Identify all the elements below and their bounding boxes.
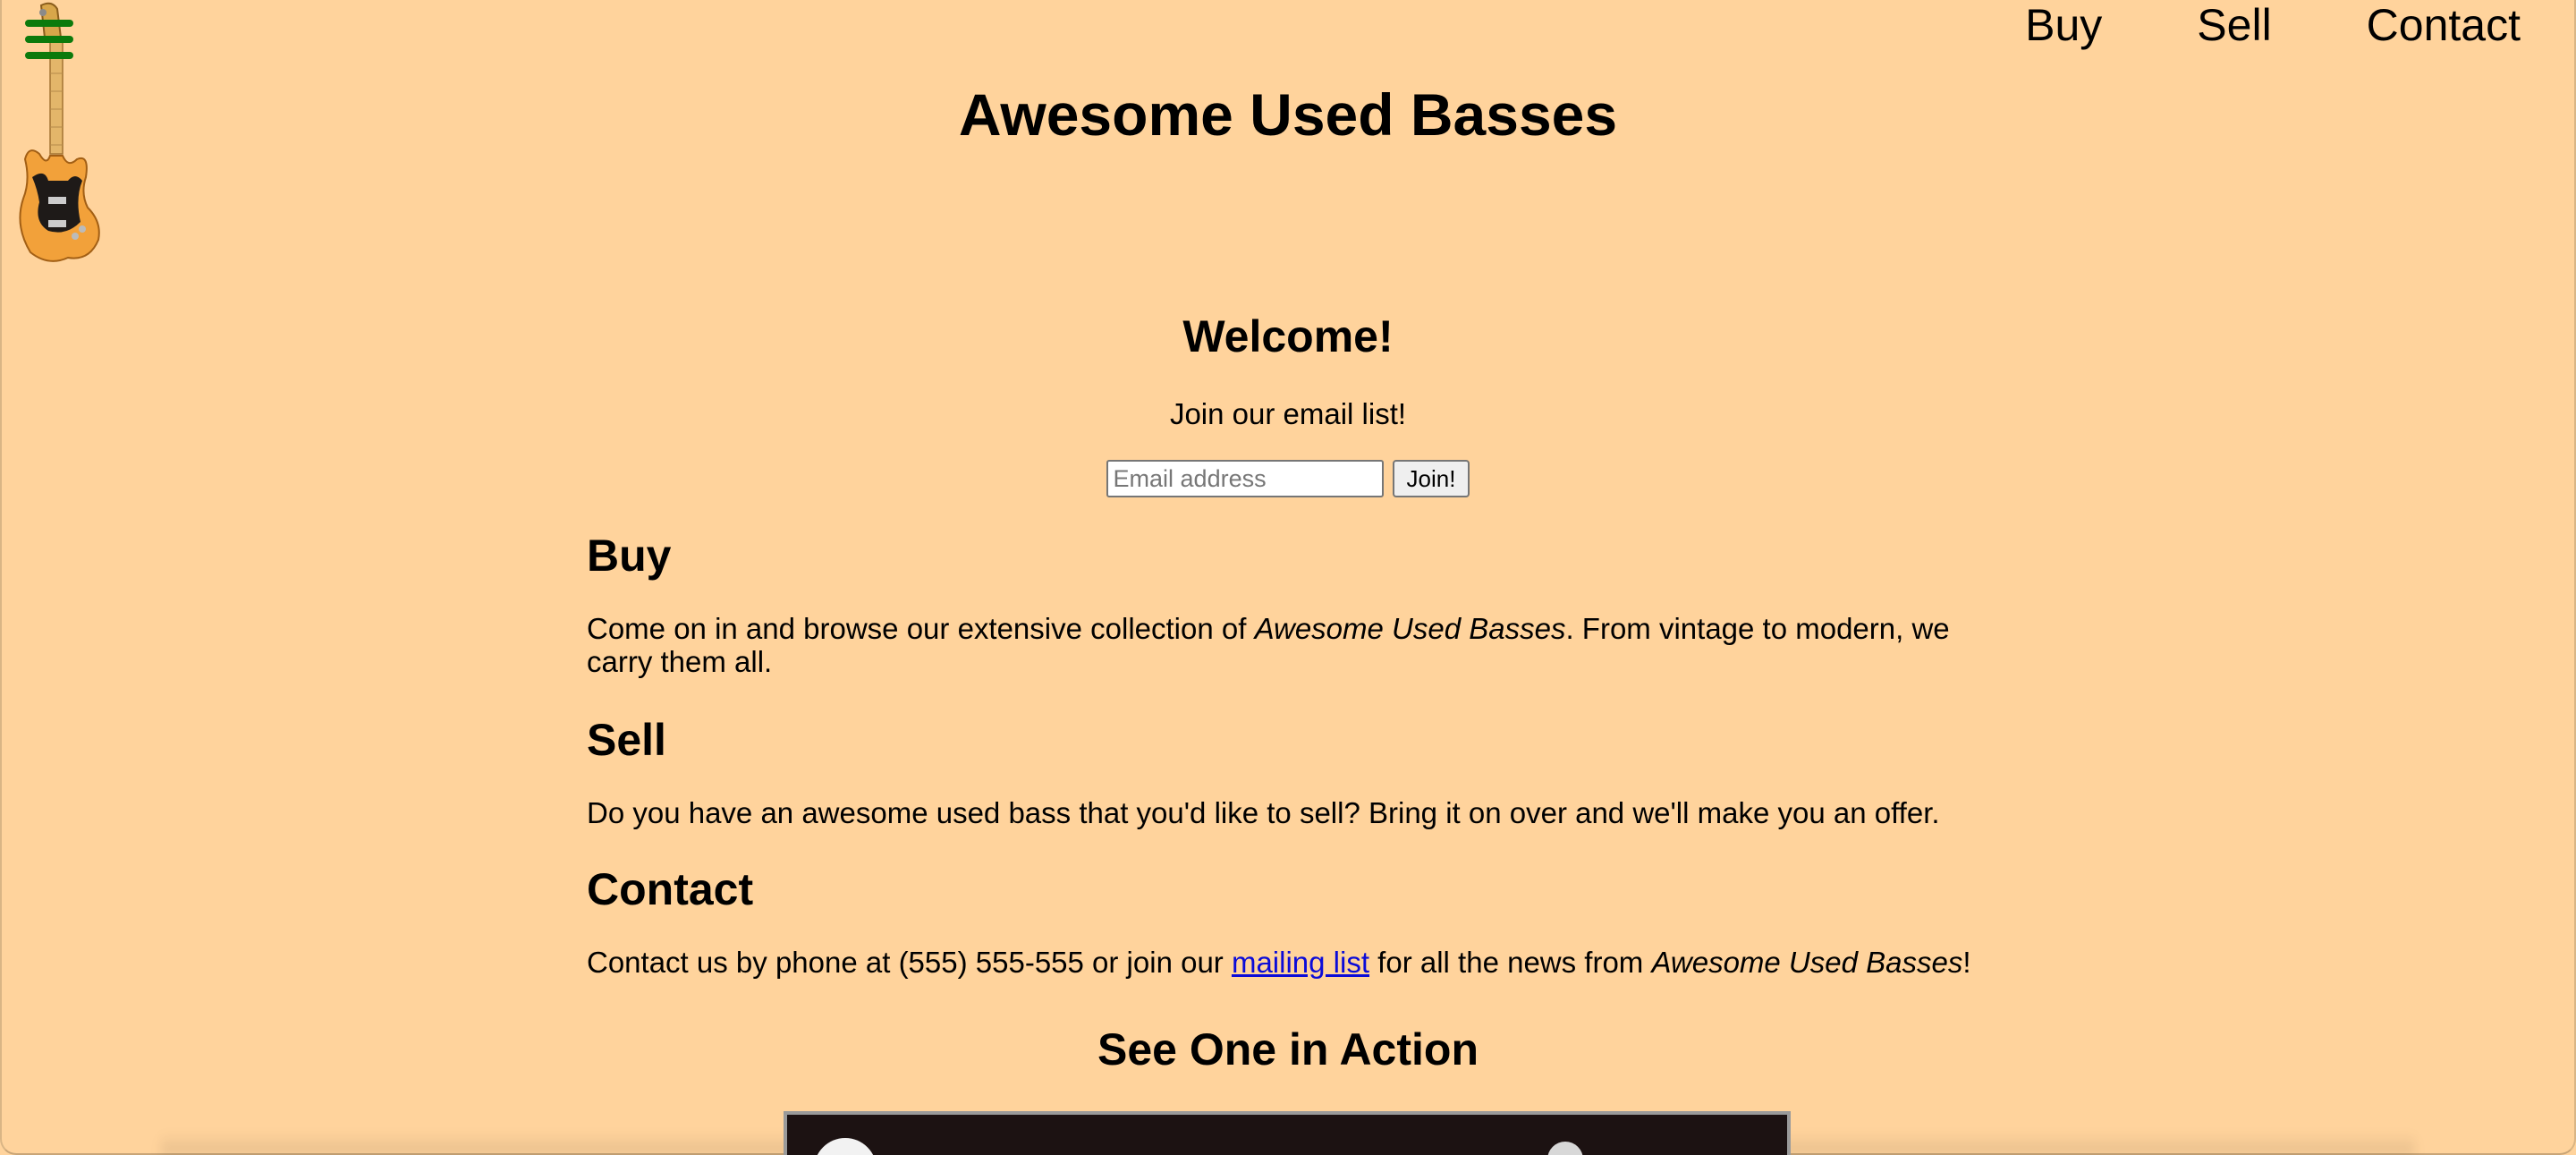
top-nav: Buy Sell Contact	[1930, 0, 2521, 50]
contact-heading: Contact	[587, 864, 754, 914]
welcome-heading: Welcome!	[1182, 311, 1394, 361]
email-signup-form: Join!	[0, 460, 2576, 497]
buy-text-store-name: Awesome Used Basses	[1254, 612, 1566, 645]
hamburger-bar	[25, 52, 73, 59]
join-button[interactable]: Join!	[1392, 460, 1470, 497]
sell-paragraph: Do you have an awesome used bass that yo…	[587, 796, 1940, 829]
buy-paragraph: Come on in and browse our extensive coll…	[587, 612, 1991, 678]
sell-heading: Sell	[587, 715, 666, 765]
site-title: Awesome Used Basses	[958, 81, 1618, 148]
buy-heading: Buy	[587, 531, 672, 581]
main-content: Buy Come on in and browse our extensive …	[587, 524, 1991, 979]
video-heading: See One in Action	[1097, 1024, 1479, 1074]
video-control-icon[interactable]	[1547, 1142, 1583, 1155]
mailing-list-link[interactable]: mailing list	[1232, 946, 1369, 979]
nav-link-sell[interactable]: Sell	[2102, 0, 2271, 50]
hamburger-menu-icon[interactable]	[25, 20, 73, 61]
nav-link-buy[interactable]: Buy	[1930, 0, 2102, 50]
nav-link-contact[interactable]: Contact	[2272, 0, 2521, 50]
email-input[interactable]	[1106, 460, 1384, 497]
contact-text-start: Contact us by phone at (555) 555-555 or …	[587, 946, 1232, 979]
video-player[interactable]	[784, 1111, 1791, 1155]
hamburger-bar	[25, 36, 73, 43]
contact-text-store-name: Awesome Used Basses	[1651, 946, 1963, 979]
contact-paragraph: Contact us by phone at (555) 555-555 or …	[587, 946, 1991, 979]
buy-text-start: Come on in and browse our extensive coll…	[587, 612, 1255, 645]
contact-text-end: !	[1962, 946, 1971, 979]
join-email-text: Join our email list!	[1169, 397, 1407, 430]
contact-text-middle: for all the news from	[1369, 946, 1652, 979]
hamburger-bar	[25, 20, 73, 27]
channel-logo-icon	[814, 1138, 877, 1155]
